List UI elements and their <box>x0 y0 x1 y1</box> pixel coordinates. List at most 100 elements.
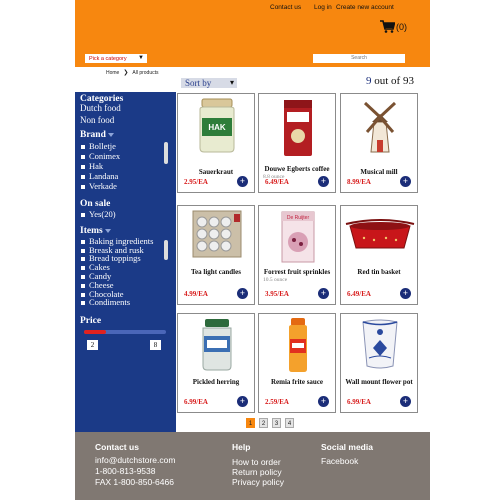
add-to-cart-button[interactable]: + <box>400 396 411 407</box>
contact-us-link[interactable]: Contact us <box>270 4 301 11</box>
product-name[interactable]: Wall mount flower pot <box>341 378 417 386</box>
candles-icon <box>192 210 242 258</box>
add-to-cart-button[interactable]: + <box>237 396 248 407</box>
add-to-cart-button[interactable]: + <box>237 176 248 187</box>
footer-how-to-order-link[interactable]: How to order <box>232 457 281 467</box>
items-heading[interactable]: Items <box>80 226 111 236</box>
page-button-1[interactable]: 1 <box>246 418 255 428</box>
price-min-input[interactable]: 2 <box>87 340 98 350</box>
product-card[interactable]: Pickled herring 6.99/EA + <box>177 313 255 413</box>
checkbox[interactable] <box>81 265 85 270</box>
sort-label: Sort by <box>185 78 212 88</box>
checkbox[interactable] <box>81 300 85 305</box>
checkbox[interactable] <box>81 184 85 189</box>
footer-return-policy-link[interactable]: Return policy <box>232 467 282 477</box>
checkbox[interactable] <box>81 154 85 159</box>
checkbox[interactable] <box>81 256 85 261</box>
brand-option[interactable]: Bolletje <box>81 142 116 151</box>
footer-social-heading: Social media <box>321 442 373 452</box>
cart-button[interactable]: (0) <box>380 20 407 33</box>
chevron-right-icon: ❯ <box>123 70 129 76</box>
checkbox[interactable] <box>81 164 85 169</box>
checkbox[interactable] <box>81 212 85 217</box>
price-max-input[interactable]: 8 <box>150 340 161 350</box>
product-price: 4.99/EA <box>184 290 208 298</box>
product-card[interactable]: Wall mount flower pot 6.99/EA + <box>340 313 418 413</box>
add-to-cart-button[interactable]: + <box>318 176 329 187</box>
checkbox[interactable] <box>81 283 85 288</box>
item-option[interactable]: Condiments <box>81 298 130 307</box>
product-price: 3.95/EA <box>265 290 289 298</box>
footer-facebook-link[interactable]: Facebook <box>321 456 358 466</box>
page-button-4[interactable]: 4 <box>285 418 294 428</box>
brand-option[interactable]: Landana <box>81 172 118 181</box>
add-to-cart-button[interactable]: + <box>237 288 248 299</box>
brand-scrollbar[interactable] <box>164 142 168 164</box>
items-scrollbar[interactable] <box>164 240 168 260</box>
product-name[interactable]: Forrest fruit sprinkles <box>259 268 335 276</box>
brand-label: Conimex <box>89 151 121 161</box>
cart-icon <box>380 20 395 33</box>
product-name[interactable]: Sauerkraut <box>178 168 254 176</box>
product-price: 2.59/EA <box>265 398 289 406</box>
brand-option[interactable]: Conimex <box>81 152 120 161</box>
product-name[interactable]: Douwe Egberts coffee <box>259 165 335 173</box>
page-button-2[interactable]: 2 <box>259 418 268 428</box>
checkbox[interactable] <box>81 174 85 179</box>
add-to-cart-button[interactable]: + <box>400 176 411 187</box>
product-card[interactable]: Douwe Egberts coffee 8.8 ounce 6.49/EA + <box>258 93 336 193</box>
add-to-cart-button[interactable]: + <box>400 288 411 299</box>
add-to-cart-button[interactable]: + <box>318 288 329 299</box>
footer-fax: FAX 1-800-850-6466 <box>95 477 174 487</box>
page-button-3[interactable]: 3 <box>272 418 281 428</box>
brand-label: Hak <box>89 161 104 171</box>
checkbox[interactable] <box>81 292 85 297</box>
category-dropdown[interactable]: Pick a category ▼ <box>85 54 147 63</box>
breadcrumb: Home ❯ All products <box>106 69 159 77</box>
checkbox[interactable] <box>81 274 85 279</box>
create-account-link[interactable]: Create new account <box>336 4 394 11</box>
product-card[interactable]: De Ruijter Forrest fruit sprinkles 10.5 … <box>258 205 336 305</box>
breadcrumb-current: All products <box>132 69 159 76</box>
product-price: 6.49/EA <box>265 178 289 186</box>
brand-heading[interactable]: Brand <box>80 130 114 140</box>
product-card[interactable]: HAK Sauerkraut 2.95/EA + <box>177 93 255 193</box>
product-name[interactable]: Remia frite sauce <box>259 378 335 386</box>
on-sale-option[interactable]: Yes(20) <box>81 210 116 219</box>
product-name[interactable]: Musical mill <box>341 168 417 176</box>
product-card[interactable]: Remia frite sauce 2.59/EA + <box>258 313 336 413</box>
price-slider[interactable] <box>84 330 166 334</box>
footer-phone: 1-800-813-9538 <box>95 466 156 476</box>
add-to-cart-button[interactable]: + <box>318 396 329 407</box>
filter-sidebar: Categories Dutch food Non food Brand Bol… <box>75 92 176 432</box>
sort-dropdown[interactable]: Sort by ▾ <box>181 78 237 88</box>
breadcrumb-home[interactable]: Home <box>106 70 119 76</box>
price-slider-fill[interactable] <box>84 330 107 334</box>
product-card[interactable]: Tea light candles 4.99/EA + <box>177 205 255 305</box>
basket-icon <box>345 219 415 249</box>
category-dutch-food[interactable]: Dutch food <box>80 103 121 113</box>
sprinkles-box-icon: De Ruijter <box>281 211 315 263</box>
jar-icon: HAK <box>199 98 235 153</box>
product-card[interactable]: Musical mill 8.99/EA + <box>340 93 418 193</box>
log-in-link[interactable]: Log in <box>314 4 332 11</box>
checkbox[interactable] <box>81 239 85 244</box>
product-price: 6.99/EA <box>347 398 371 406</box>
checkbox[interactable] <box>81 144 85 149</box>
brand-option[interactable]: Hak <box>81 162 103 171</box>
footer-contact-heading: Contact us <box>95 442 139 452</box>
product-card[interactable]: Red tin basket 6.49/EA + <box>340 205 418 305</box>
product-name[interactable]: Tea light candles <box>178 268 254 276</box>
category-non-food[interactable]: Non food <box>80 115 114 125</box>
checkbox[interactable] <box>81 248 85 253</box>
brand-label: Bolletje <box>89 141 116 151</box>
footer-email[interactable]: info@dutchstore.com <box>95 455 175 465</box>
footer-privacy-policy-link[interactable]: Privacy policy <box>232 477 284 487</box>
search-input[interactable] <box>313 54 405 63</box>
product-name[interactable]: Pickled herring <box>178 378 254 386</box>
site-footer: Contact us info@dutchstore.com 1-800-813… <box>75 432 430 500</box>
brand-label: Verkade <box>89 181 117 191</box>
brand-option[interactable]: Verkade <box>81 182 117 191</box>
chevron-down-icon: ▼ <box>138 55 144 61</box>
product-name[interactable]: Red tin basket <box>341 268 417 276</box>
